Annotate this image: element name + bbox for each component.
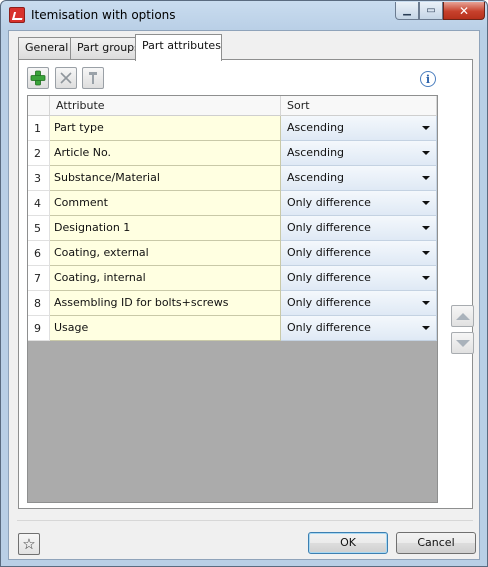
close-button[interactable]: ✕ <box>443 2 485 20</box>
maximize-button[interactable]: ▭ <box>419 2 443 20</box>
dropdown-arrow-icon[interactable] <box>422 326 430 330</box>
dialog-client-area: General Part groups Part attributes i At… <box>8 30 480 560</box>
edit-row-button[interactable] <box>82 67 104 89</box>
green-plus-icon <box>30 70 46 86</box>
sort-value: Only difference <box>287 246 371 259</box>
table-row[interactable]: 8 Assembling ID for bolts+screws Only di… <box>28 291 437 316</box>
add-row-button[interactable] <box>27 67 49 89</box>
attribute-cell[interactable]: Usage <box>50 316 281 341</box>
tab-part-groups[interactable]: Part groups <box>70 37 140 59</box>
attribute-cell[interactable]: Designation 1 <box>50 216 281 241</box>
minimize-button[interactable]: ▁ <box>395 2 419 20</box>
dialog-window: Itemisation with options ▁ ▭ ✕ General P… <box>0 0 488 567</box>
column-header-sort[interactable]: Sort <box>281 96 437 116</box>
move-down-button[interactable] <box>451 332 474 354</box>
title-bar[interactable]: Itemisation with options ▁ ▭ ✕ <box>1 1 487 29</box>
sort-dropdown[interactable]: Only difference <box>281 316 437 341</box>
sort-dropdown[interactable]: Only difference <box>281 191 437 216</box>
arrow-down-icon <box>455 339 470 347</box>
dropdown-arrow-icon[interactable] <box>422 276 430 280</box>
attribute-cell[interactable]: Part type <box>50 116 281 141</box>
attributes-grid: Attribute Sort 1 Part type Ascending 2 A… <box>27 95 438 503</box>
table-row[interactable]: 1 Part type Ascending <box>28 116 437 141</box>
delete-row-button[interactable] <box>55 67 77 89</box>
row-number[interactable]: 5 <box>28 216 50 241</box>
move-up-button[interactable] <box>451 305 474 327</box>
row-number[interactable]: 6 <box>28 241 50 266</box>
star-icon: ☆ <box>22 535 36 553</box>
row-number[interactable]: 7 <box>28 266 50 291</box>
row-number[interactable]: 3 <box>28 166 50 191</box>
table-row[interactable]: 2 Article No. Ascending <box>28 141 437 166</box>
table-row[interactable]: 4 Comment Only difference <box>28 191 437 216</box>
dropdown-arrow-icon[interactable] <box>422 226 430 230</box>
table-row[interactable]: 9 Usage Only difference <box>28 316 437 341</box>
sort-value: Ascending <box>287 121 345 134</box>
tab-general[interactable]: General <box>18 37 71 59</box>
ok-button[interactable]: OK <box>308 532 388 554</box>
sort-dropdown[interactable]: Only difference <box>281 266 437 291</box>
row-number[interactable]: 9 <box>28 316 50 341</box>
table-row[interactable]: 6 Coating, external Only difference <box>28 241 437 266</box>
sort-value: Only difference <box>287 221 371 234</box>
table-row[interactable]: 3 Substance/Material Ascending <box>28 166 437 191</box>
dropdown-arrow-icon[interactable] <box>422 176 430 180</box>
pin-icon <box>89 72 97 84</box>
sort-dropdown[interactable]: Ascending <box>281 116 437 141</box>
arrow-up-icon <box>455 312 470 320</box>
attribute-cell[interactable]: Comment <box>50 191 281 216</box>
cancel-button[interactable]: Cancel <box>396 532 476 554</box>
minimize-icon: ▁ <box>403 5 411 16</box>
attribute-cell[interactable]: Coating, external <box>50 241 281 266</box>
sort-dropdown[interactable]: Ascending <box>281 141 437 166</box>
sort-dropdown[interactable]: Only difference <box>281 241 437 266</box>
close-icon: ✕ <box>458 3 470 18</box>
dropdown-arrow-icon[interactable] <box>422 126 430 130</box>
attribute-cell[interactable]: Substance/Material <box>50 166 281 191</box>
row-number[interactable]: 4 <box>28 191 50 216</box>
grid-corner-header <box>28 96 50 116</box>
sort-value: Ascending <box>287 146 345 159</box>
dropdown-arrow-icon[interactable] <box>422 151 430 155</box>
maximize-icon: ▭ <box>426 5 436 16</box>
footer-divider <box>17 520 473 521</box>
sort-value: Ascending <box>287 171 345 184</box>
app-icon <box>9 7 25 23</box>
sort-value: Only difference <box>287 271 371 284</box>
attribute-cell[interactable]: Coating, internal <box>50 266 281 291</box>
attribute-cell[interactable]: Assembling ID for bolts+screws <box>50 291 281 316</box>
table-row[interactable]: 7 Coating, internal Only difference <box>28 266 437 291</box>
dropdown-arrow-icon[interactable] <box>422 301 430 305</box>
row-number[interactable]: 1 <box>28 116 50 141</box>
dropdown-arrow-icon[interactable] <box>422 251 430 255</box>
sort-value: Only difference <box>287 321 371 334</box>
sort-dropdown[interactable]: Only difference <box>281 291 437 316</box>
sort-dropdown[interactable]: Only difference <box>281 216 437 241</box>
table-row[interactable]: 5 Designation 1 Only difference <box>28 216 437 241</box>
info-icon[interactable]: i <box>420 71 436 87</box>
favorites-button[interactable]: ☆ <box>18 533 40 555</box>
delete-icon <box>60 72 72 84</box>
sort-dropdown[interactable]: Ascending <box>281 166 437 191</box>
row-number[interactable]: 2 <box>28 141 50 166</box>
part-attributes-panel: i Attribute Sort 1 Part type Ascending 2… <box>18 59 474 509</box>
sort-value: Only difference <box>287 296 371 309</box>
window-title: Itemisation with options <box>31 8 176 22</box>
row-number[interactable]: 8 <box>28 291 50 316</box>
tab-part-attributes[interactable]: Part attributes <box>135 34 222 61</box>
attribute-cell[interactable]: Article No. <box>50 141 281 166</box>
sort-value: Only difference <box>287 196 371 209</box>
dropdown-arrow-icon[interactable] <box>422 201 430 205</box>
column-header-attribute[interactable]: Attribute <box>50 96 281 116</box>
